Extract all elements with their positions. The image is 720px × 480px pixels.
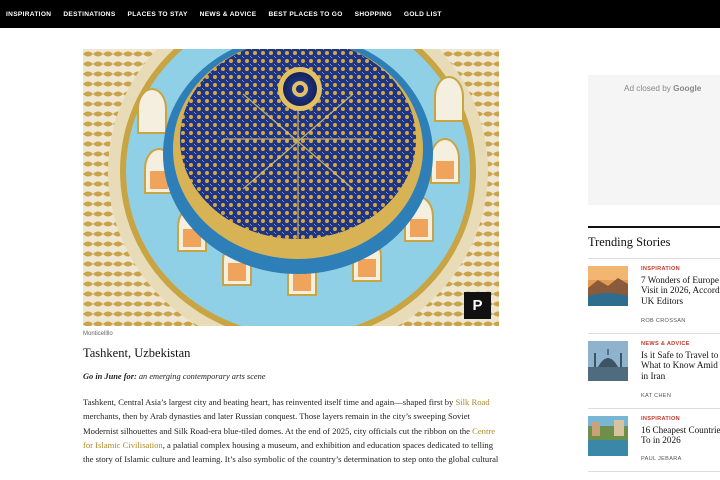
hero-image-dome: [83, 49, 499, 326]
story-title-line: To in 2026: [641, 435, 681, 446]
story-title-line: 7 Wonders of Europe to: [641, 275, 720, 285]
trending-title: Trending Stories: [588, 235, 671, 249]
story-title-line: What to Know Amid Unrest: [641, 360, 720, 371]
story-title-line: UK Editors: [641, 295, 684, 306]
ad-closed-text: Ad closed by Google: [624, 84, 701, 93]
story-title[interactable]: 16 Cheapest Countries to Travel To in 20…: [641, 425, 720, 446]
story-category: INSPIRATION: [641, 266, 680, 272]
nav-item-places-to-stay[interactable]: PLACES TO STAY: [128, 11, 188, 18]
story-title[interactable]: 7 Wonders of Europe to Visit in 2026, Ac…: [641, 275, 720, 306]
story-category: NEWS & ADVICE: [641, 341, 690, 347]
go-when-text: an emerging contemporary arts scene: [136, 372, 266, 381]
trending-separator: [588, 408, 720, 409]
nav-item-best-places-to-go[interactable]: BEST PLACES TO GO: [268, 11, 342, 18]
nav-item-destinations[interactable]: DESTINATIONS: [63, 11, 115, 18]
trending-story-1[interactable]: INSPIRATION 7 Wonders of Europe to Visit…: [588, 266, 720, 330]
story-title-line: in Iran: [641, 370, 666, 381]
trending-story-2[interactable]: NEWS & ADVICE Is it Safe to Travel to Ir…: [588, 341, 720, 405]
dome-illustration: [83, 49, 499, 326]
trending-separator: [588, 333, 720, 334]
story-title-line: 16 Cheapest Countries to Travel: [641, 425, 720, 435]
story-title-line: Is it Safe to Travel to Iran?: [641, 350, 720, 360]
story-category: INSPIRATION: [641, 416, 680, 422]
link-silk-road[interactable]: Silk Road: [455, 397, 489, 407]
ad-placeholder: Ad closed by Google: [588, 75, 720, 205]
story-thumbnail-canal[interactable]: [588, 416, 628, 456]
story-thumbnail-coast[interactable]: [588, 266, 628, 306]
body-text-2: merchants, then by Arab dynasties and la…: [83, 411, 473, 436]
body-text-1: Tashkent, Central Asia’s largest city an…: [83, 397, 456, 407]
pinterest-save-button[interactable]: P: [464, 292, 491, 319]
top-nav: INSPIRATION DESTINATIONS PLACES TO STAY …: [0, 0, 720, 28]
article-body-paragraph: Tashkent, Central Asia’s largest city an…: [83, 395, 503, 466]
go-when-line: Go in June for: an emerging contemporary…: [83, 372, 266, 381]
pinterest-icon: P: [472, 297, 483, 314]
story-thumbnail-mosque[interactable]: [588, 341, 628, 381]
trending-story-3[interactable]: INSPIRATION 16 Cheapest Countries to Tra…: [588, 416, 720, 470]
trending-separator: [588, 258, 720, 259]
nav-item-news-advice[interactable]: NEWS & ADVICE: [200, 11, 257, 18]
google-logo-text: Google: [673, 84, 702, 93]
ad-prefix: Ad closed by: [624, 84, 674, 93]
photo-credit: Monticellllo: [83, 331, 113, 337]
nav-item-shopping[interactable]: SHOPPING: [355, 11, 392, 18]
story-author: ROB CROSSAN: [641, 318, 686, 324]
article-subheading: Tashkent, Uzbekistan: [83, 346, 191, 360]
go-when-label: Go in June for:: [83, 372, 137, 381]
trending-divider: [588, 226, 720, 228]
story-title-line: Visit in 2026, According to: [641, 285, 720, 296]
nav-item-gold-list[interactable]: GOLD LIST: [404, 11, 442, 18]
story-author: PAUL JEBARA: [641, 456, 682, 462]
story-title[interactable]: Is it Safe to Travel to Iran? What to Kn…: [641, 350, 720, 381]
trending-separator: [588, 471, 720, 472]
nav-item-inspiration[interactable]: INSPIRATION: [6, 11, 51, 18]
story-author: KAT CHEN: [641, 393, 672, 399]
